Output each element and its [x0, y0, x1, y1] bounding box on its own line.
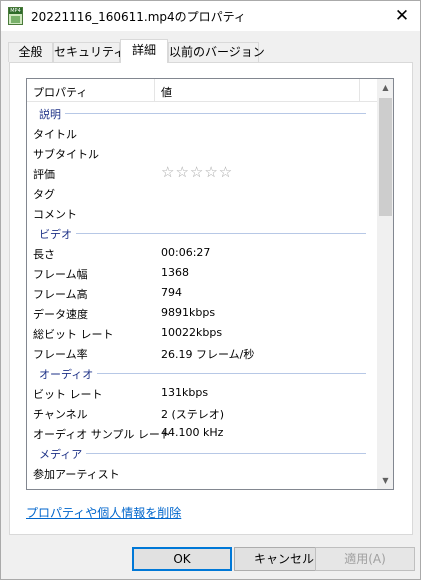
property-value: 2 (ステレオ)	[161, 408, 225, 421]
list-item[interactable]: データ速度 9891kbps	[27, 303, 378, 323]
list-item[interactable]: チャンネル 2 (ステレオ)	[27, 403, 378, 423]
property-label: 参加アーティスト	[33, 468, 120, 481]
property-value: 26.19 フレーム/秒	[161, 348, 255, 361]
list-item[interactable]: タイトル	[27, 123, 378, 143]
property-list[interactable]: プロパティ 値 説明 タイトル サブタイトル 評価 ☆☆☆☆☆ タグ コメント ビ…	[26, 78, 394, 490]
property-label: フレーム高	[33, 288, 88, 301]
property-label: データ速度	[33, 308, 88, 321]
group-video: ビデオ	[27, 223, 378, 243]
ok-button[interactable]: OK	[132, 547, 232, 571]
property-label: タイトル	[33, 128, 77, 141]
close-icon[interactable]: ✕	[391, 5, 413, 27]
property-value: 00:06:27	[161, 246, 211, 259]
tab-general[interactable]: 全般	[8, 42, 53, 62]
property-label: 評価	[33, 168, 55, 181]
list-item[interactable]: 参加アーティスト	[27, 463, 378, 483]
group-label: メディア	[39, 446, 87, 462]
list-item[interactable]: 評価 ☆☆☆☆☆	[27, 163, 378, 183]
property-label: 長さ	[33, 248, 55, 261]
property-value: 794	[161, 286, 182, 299]
scroll-down-icon[interactable]: ▼	[377, 472, 393, 489]
tab-previous-versions[interactable]: 以前のバージョン	[168, 42, 265, 62]
apply-button[interactable]: 適用(A)	[315, 547, 415, 571]
property-value: 1368	[161, 266, 189, 279]
group-description: 説明	[27, 103, 378, 123]
rating-stars[interactable]: ☆☆☆☆☆	[161, 163, 233, 181]
window-title: 20221116_160611.mp4のプロパティ	[31, 10, 246, 24]
property-value: 9891kbps	[161, 306, 216, 319]
group-label: ビデオ	[39, 226, 76, 242]
list-item[interactable]: 総ビット レート 10022kbps	[27, 323, 378, 343]
list-item[interactable]: タグ	[27, 183, 378, 203]
property-value: 131kbps	[161, 386, 209, 399]
title-bar: MP4 20221116_160611.mp4のプロパティ ✕	[1, 1, 420, 31]
property-value: 10022kbps	[161, 326, 223, 339]
mp4-file-icon: MP4	[8, 7, 23, 25]
tab-security[interactable]: セキュリティ	[53, 42, 125, 62]
property-label: フレーム幅	[33, 268, 88, 281]
list-item[interactable]: オーディオ サンプル レート 44.100 kHz	[27, 423, 378, 443]
vertical-scrollbar[interactable]: ▲ ▼	[377, 79, 393, 489]
value-column-header[interactable]: 値	[161, 84, 172, 100]
properties-dialog: MP4 20221116_160611.mp4のプロパティ ✕ 全般 セキュリテ…	[0, 0, 421, 580]
list-header: プロパティ 値	[27, 79, 378, 102]
list-item[interactable]: 長さ 00:06:27	[27, 243, 378, 263]
property-label: 総ビット レート	[33, 328, 114, 341]
group-label: 説明	[39, 106, 65, 122]
property-label: フレーム率	[33, 348, 88, 361]
list-item[interactable]: フレーム高 794	[27, 283, 378, 303]
list-rows: 説明 タイトル サブタイトル 評価 ☆☆☆☆☆ タグ コメント ビデオ 長さ 00:…	[27, 103, 378, 483]
property-label: ビット レート	[33, 388, 103, 401]
list-item[interactable]: サブタイトル	[27, 143, 378, 163]
scroll-up-icon[interactable]: ▲	[377, 79, 393, 96]
property-label: コメント	[33, 208, 77, 221]
list-item[interactable]: フレーム率 26.19 フレーム/秒	[27, 343, 378, 363]
list-item[interactable]: ビット レート 131kbps	[27, 383, 378, 403]
group-audio: オーディオ	[27, 363, 378, 383]
scrollbar-thumb[interactable]	[379, 98, 392, 216]
remove-properties-link[interactable]: プロパティや個人情報を削除	[26, 504, 181, 521]
property-value: 44.100 kHz	[161, 426, 224, 439]
group-media: メディア	[27, 443, 378, 463]
list-item[interactable]: フレーム幅 1368	[27, 263, 378, 283]
list-item[interactable]: コメント	[27, 203, 378, 223]
property-label: サブタイトル	[33, 148, 99, 161]
property-column-header[interactable]: プロパティ	[33, 84, 87, 100]
group-label: オーディオ	[39, 366, 98, 382]
tab-details[interactable]: 詳細	[120, 39, 168, 63]
property-label: チャンネル	[33, 408, 88, 421]
property-label: オーディオ サンプル レート	[33, 428, 171, 441]
property-label: タグ	[33, 188, 55, 201]
